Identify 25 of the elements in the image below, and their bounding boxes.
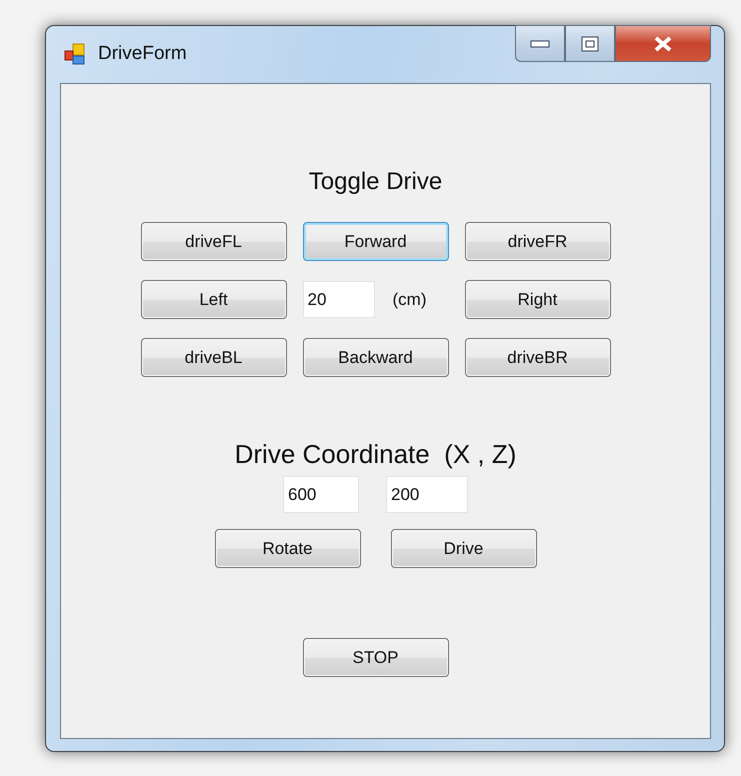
direction-button[interactable]: driveFR — [464, 222, 610, 261]
app-icon — [64, 43, 86, 65]
command-button[interactable]: Rotate — [214, 529, 360, 568]
direction-button[interactable]: driveBL — [140, 338, 286, 377]
window-title: DriveForm — [98, 43, 187, 65]
unit-label: (cm) — [392, 290, 426, 310]
close-icon — [653, 36, 673, 52]
minimize-icon — [530, 40, 550, 48]
maximize-icon — [581, 36, 599, 52]
direction-button[interactable]: driveFL — [140, 222, 286, 261]
section-heading: Drive Coordinate (X , Z) — [234, 439, 516, 470]
coordinate-field[interactable]: 600 — [283, 476, 359, 513]
maximize-button[interactable] — [565, 25, 615, 62]
minimize-button[interactable] — [515, 25, 565, 62]
distance-field[interactable]: 20 — [302, 281, 374, 318]
section-heading: Toggle Drive — [308, 168, 442, 196]
direction-button[interactable]: driveBR — [464, 338, 610, 377]
direction-button[interactable]: Right — [464, 280, 610, 319]
command-button[interactable]: Drive — [390, 529, 536, 568]
direction-button[interactable]: Backward — [302, 338, 448, 377]
direction-button[interactable]: Forward — [302, 222, 448, 261]
coordinate-field[interactable]: 200 — [386, 476, 468, 513]
direction-button[interactable]: Left — [140, 280, 286, 319]
close-button[interactable] — [615, 25, 711, 62]
stop-button[interactable]: STOP — [302, 638, 448, 677]
